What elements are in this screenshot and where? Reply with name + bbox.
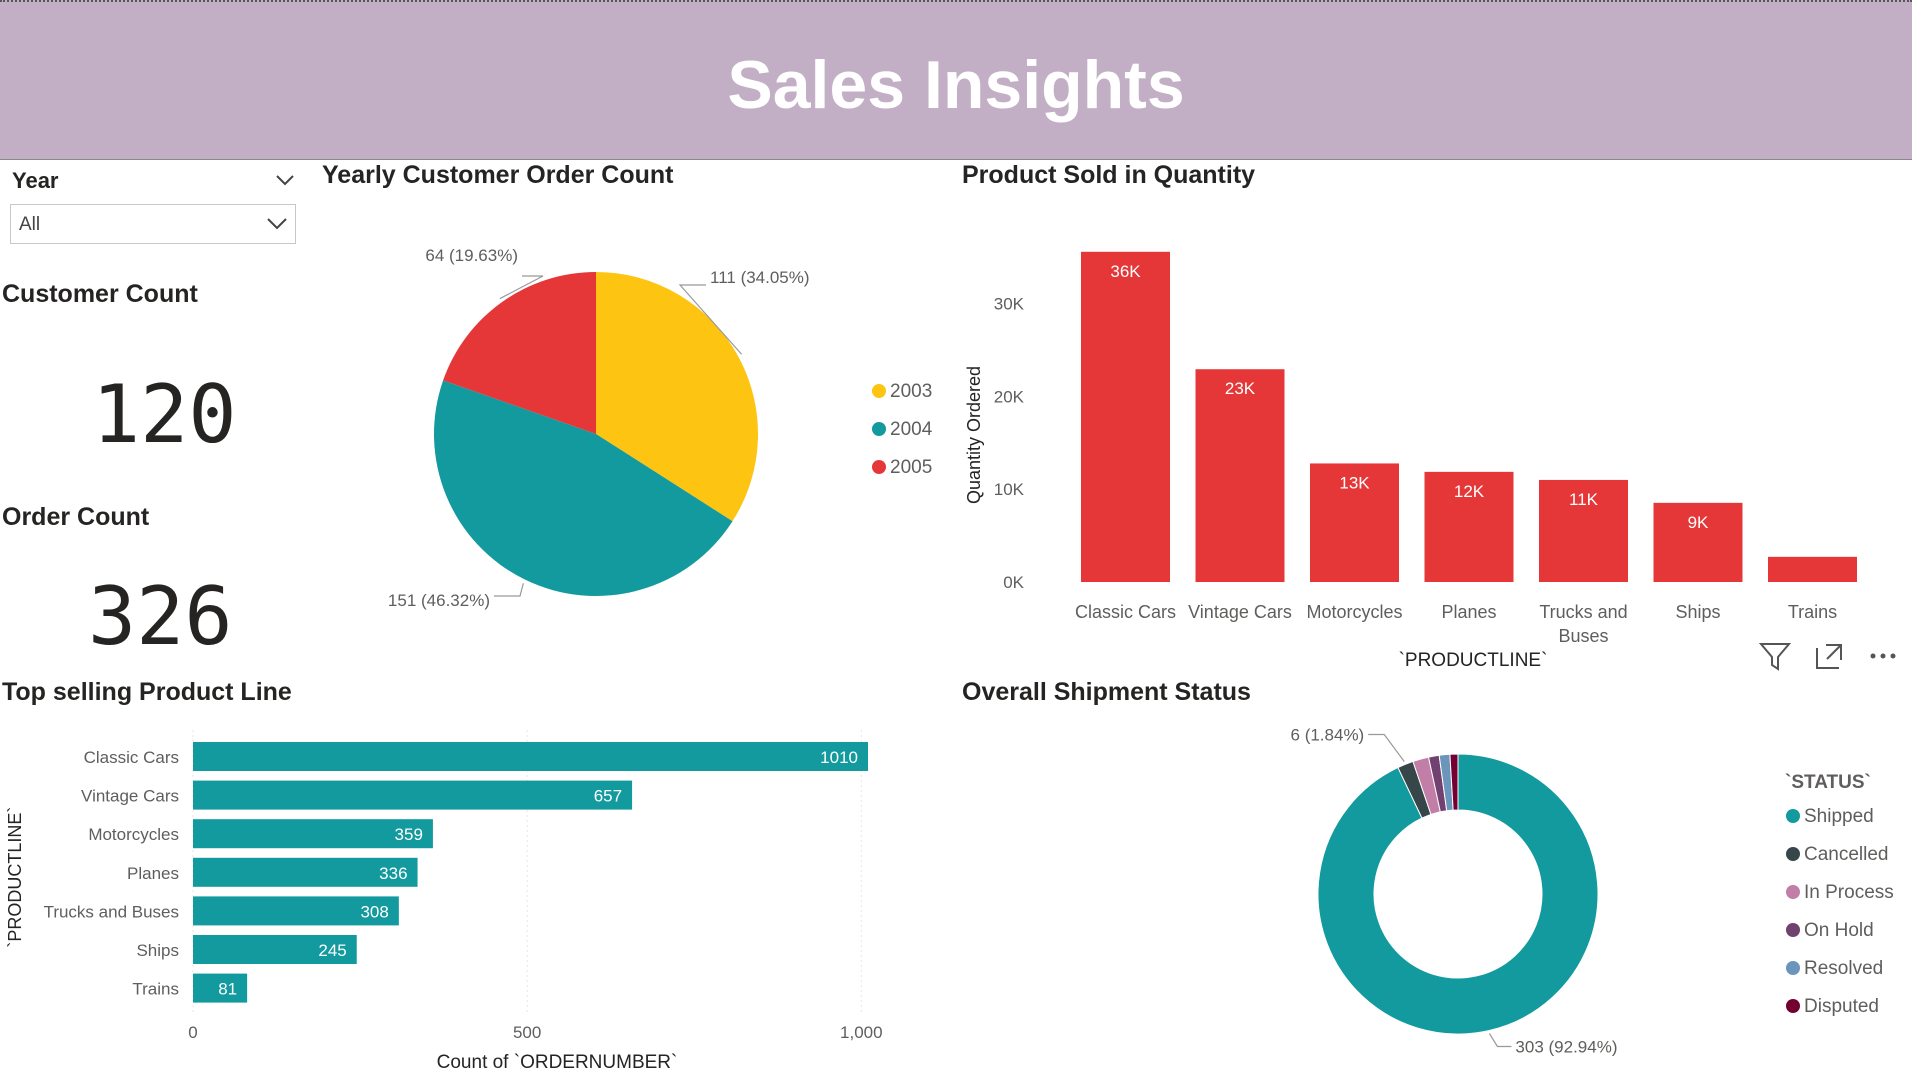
header-banner: Sales Insights — [0, 0, 1912, 160]
customer-count-value: 120 — [92, 368, 237, 461]
legend-item-resolved: Resolved — [1804, 958, 1883, 979]
slicer-collapse-chevron-icon[interactable] — [276, 170, 294, 191]
bar-data-label: 9K — [1688, 513, 1709, 532]
x-tick-label: 0 — [188, 1023, 197, 1042]
donut-leader-line — [1488, 1033, 1512, 1048]
bar-chart-title: Product Sold in Quantity — [962, 161, 1256, 189]
pie-data-label: 151 (46.32%) — [388, 591, 490, 610]
legend-dot-in-process — [1786, 885, 1800, 899]
legend-item-shipped: Shipped — [1804, 806, 1874, 827]
more-options-icon[interactable] — [1863, 636, 1903, 676]
x-tick-label: Trains — [1788, 602, 1837, 622]
page-title: Sales Insights — [727, 47, 1185, 123]
legend-dot-2003 — [872, 384, 886, 398]
hbar-data-label: 81 — [218, 980, 237, 999]
y-tick-label: 30K — [994, 295, 1025, 314]
chevron-down-icon — [267, 211, 287, 235]
pie-chart-title: Yearly Customer Order Count — [322, 161, 674, 189]
donut-leader-line — [1368, 733, 1405, 762]
filter-icon[interactable] — [1755, 636, 1795, 676]
hbar-data-label: 308 — [360, 902, 388, 921]
legend-item-disputed: Disputed — [1804, 996, 1879, 1017]
donut-data-label: 6 (1.84%) — [1291, 725, 1365, 744]
x-tick-label: Trucks and — [1539, 602, 1627, 622]
hbar-data-label: 657 — [594, 787, 622, 806]
x-tick-label: Vintage Cars — [1188, 602, 1292, 622]
x-axis-label: `PRODUCTLINE` — [1399, 650, 1548, 670]
legend-dot-2005 — [872, 460, 886, 474]
legend-item-cancelled: Cancelled — [1804, 844, 1889, 865]
hbar-data-label: 336 — [379, 864, 407, 883]
x-tick-label: Planes — [1441, 602, 1496, 622]
y-tick-label: Trucks and Buses — [44, 902, 179, 921]
x-tick-label: Buses — [1558, 626, 1608, 646]
x-tick-label: 1,000 — [840, 1023, 883, 1042]
bar-data-label: 13K — [1339, 473, 1370, 492]
hbar-classic-cars — [193, 742, 868, 771]
x-tick-label: Motorcycles — [1306, 602, 1402, 622]
x-tick-label: 500 — [513, 1023, 541, 1042]
y-axis-label: `PRODUCTLINE` — [5, 807, 25, 948]
legend-item-2005: 2005 — [890, 457, 932, 478]
y-axis-label: Quantity Ordered — [964, 366, 984, 504]
legend-item-2003: 2003 — [890, 381, 932, 402]
legend-dot-cancelled — [1786, 847, 1800, 861]
bar-data-label: 36K — [1110, 262, 1141, 281]
legend-dot-disputed — [1786, 999, 1800, 1013]
y-tick-label: Trains — [132, 980, 179, 999]
pie-data-label: 64 (19.63%) — [425, 246, 518, 265]
donut-data-label: 303 (92.94%) — [1515, 1038, 1617, 1057]
bar-data-label: 12K — [1454, 482, 1485, 501]
pie-leader-line — [494, 583, 524, 597]
legend-dot-2004 — [872, 422, 886, 436]
donut-chart-title: Overall Shipment Status — [962, 678, 1251, 706]
bar-classic-cars — [1081, 251, 1170, 582]
legend-dot-shipped — [1786, 809, 1800, 823]
legend-item-on-hold: On Hold — [1804, 920, 1874, 941]
hbar-data-label: 359 — [395, 825, 423, 844]
bar-data-label: 23K — [1225, 379, 1256, 398]
hbar-chart-title: Top selling Product Line — [2, 678, 292, 706]
y-tick-label: 20K — [994, 387, 1025, 406]
legend-item-2004: 2004 — [890, 419, 933, 440]
year-slicer-title: Year — [12, 168, 59, 193]
year-slicer-dropdown[interactable]: All — [10, 204, 296, 244]
bar-data-label: 11K — [1569, 490, 1599, 509]
y-tick-label: 10K — [994, 480, 1025, 499]
legend-dot-resolved — [1786, 961, 1800, 975]
y-tick-label: 0K — [1003, 573, 1024, 592]
bar-chart[interactable]: 0K 10K 20K 30K Quantity Ordered 36K Classic Ca… — [950, 230, 1870, 670]
legend-dot-on-hold — [1786, 923, 1800, 937]
y-tick-label: Classic Cars — [84, 748, 179, 767]
x-axis-label: Count of `ORDERNUMBER` — [437, 1052, 678, 1073]
y-tick-label: Vintage Cars — [81, 787, 179, 806]
focus-mode-icon[interactable] — [1809, 636, 1849, 676]
order-count-value: 326 — [88, 570, 233, 663]
pie-chart[interactable]: 111 (34.05%) 151 (46.32%) 64 (19.63%) 2003 2… — [380, 240, 960, 620]
legend-item-in-process: In Process — [1804, 882, 1894, 903]
bar-trains — [1768, 556, 1857, 582]
hbar-data-label: 1010 — [820, 748, 858, 767]
visual-toolbar — [1755, 636, 1905, 676]
bar-vintage-cars — [1195, 369, 1285, 582]
legend-title: `STATUS` — [1785, 772, 1871, 793]
x-tick-label: Ships — [1675, 602, 1720, 622]
hbar-vintage-cars — [193, 780, 633, 810]
donut-chart[interactable]: 303 (92.94%) 6 (1.84%) `STATUS` Shipped Canc… — [1160, 720, 1912, 1074]
y-tick-label: Ships — [136, 941, 179, 960]
customer-count-title: Customer Count — [2, 280, 198, 308]
hbar-data-label: 245 — [318, 941, 346, 960]
x-tick-label: Classic Cars — [1075, 602, 1176, 622]
y-tick-label: Planes — [127, 864, 179, 883]
hbar-chart[interactable]: 0 500 1,000 1010 Classic Cars 657 Vintage Cars… — [0, 730, 940, 1074]
order-count-title: Order Count — [2, 503, 150, 531]
year-slicer-value: All — [19, 214, 41, 235]
y-tick-label: Motorcycles — [88, 825, 179, 844]
pie-data-label: 111 (34.05%) — [710, 268, 810, 287]
